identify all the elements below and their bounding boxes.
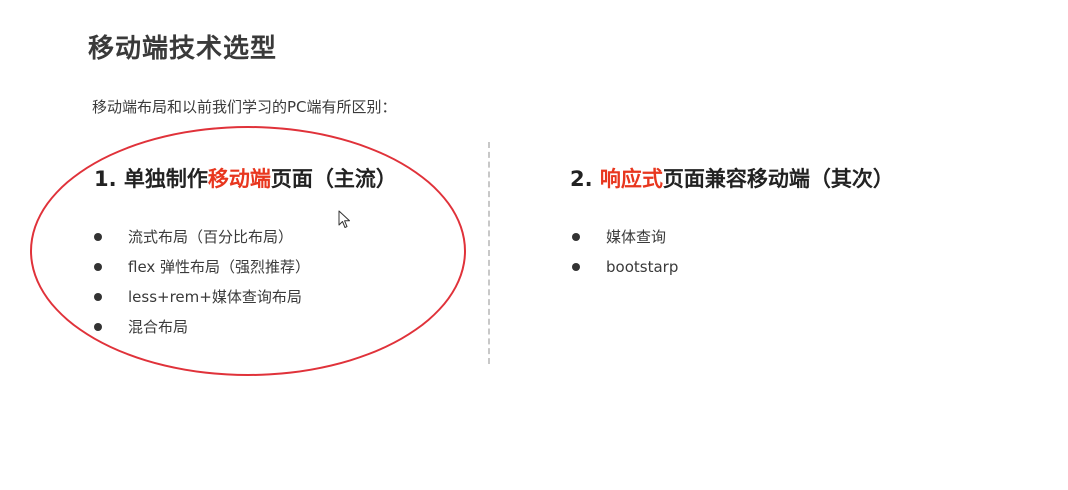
slide-title: 移动端技术选型	[88, 34, 278, 64]
bullet-dot-icon	[572, 233, 580, 241]
bullet-dot-icon	[94, 323, 102, 331]
list-item-text: less+rem+媒体查询布局	[128, 288, 302, 306]
slide-subtitle: 移动端布局和以前我们学习的PC端有所区别：	[92, 98, 397, 116]
bullet-dot-icon	[94, 263, 102, 271]
mouse-pointer-icon	[338, 210, 350, 228]
list-item-text: bootstarp	[606, 258, 679, 276]
bullet-dot-icon	[572, 263, 580, 271]
column-divider	[488, 142, 490, 364]
left-bullet-list: 流式布局（百分比布局） flex 弹性布局（强烈推荐） less+rem+媒体查…	[94, 227, 310, 347]
list-item: flex 弹性布局（强烈推荐）	[94, 257, 310, 287]
list-item: bootstarp	[572, 257, 678, 287]
list-item-text: 流式布局（百分比布局）	[128, 228, 294, 246]
left-heading-suffix: 页面（主流）	[270, 167, 397, 191]
right-column-heading: 2. 响应式页面兼容移动端（其次）	[570, 163, 894, 193]
list-item: 流式布局（百分比布局）	[94, 227, 310, 257]
list-item: 媒体查询	[572, 227, 678, 257]
left-heading-prefix: 1. 单独制作	[94, 167, 208, 191]
list-item-text: 媒体查询	[606, 228, 667, 246]
list-item: 混合布局	[94, 317, 310, 347]
right-heading-prefix: 2.	[570, 167, 600, 191]
right-bullet-list: 媒体查询 bootstarp	[572, 227, 678, 287]
list-item: less+rem+媒体查询布局	[94, 287, 310, 317]
left-column-heading: 1. 单独制作移动端页面（主流）	[94, 163, 397, 193]
list-item-text: flex 弹性布局（强烈推荐）	[128, 258, 311, 276]
list-item-text: 混合布局	[128, 318, 189, 336]
right-heading-suffix: 页面兼容移动端（其次）	[662, 167, 894, 191]
right-heading-highlight: 响应式	[599, 167, 663, 191]
left-heading-highlight: 移动端	[207, 167, 271, 191]
bullet-dot-icon	[94, 233, 102, 241]
bullet-dot-icon	[94, 293, 102, 301]
